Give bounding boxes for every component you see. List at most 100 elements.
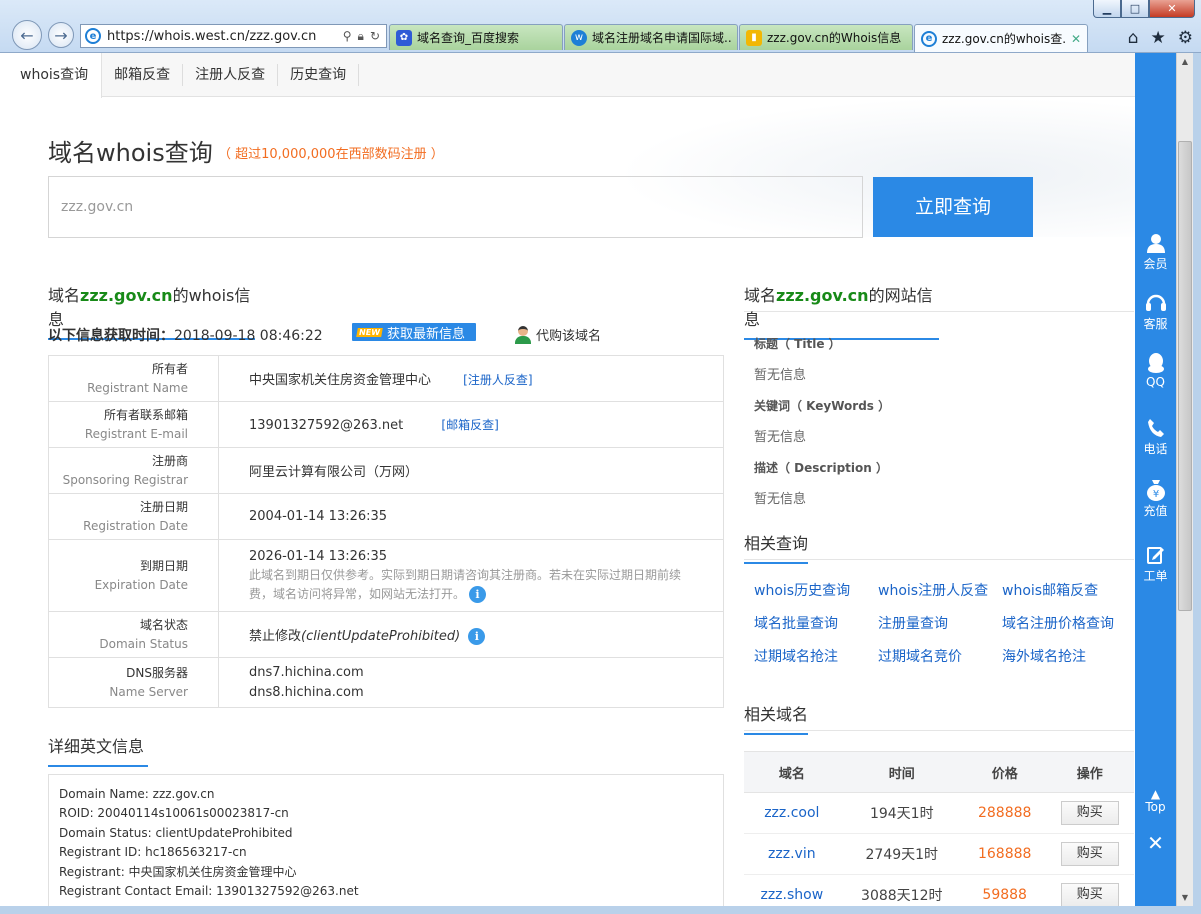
related-domain-link[interactable]: zzz.cool [744, 792, 840, 834]
tab-whois-query-active[interactable]: e zzz.gov.cn的whois查... ✕ [914, 24, 1088, 52]
buy-button[interactable]: 购买 [1060, 842, 1119, 866]
domain-status: 禁止修改 [249, 628, 302, 644]
page-title-note: （ 超过10,000,000在西部数码注册 ） [218, 147, 444, 162]
site-title-label: 标题（ Title ） [754, 337, 841, 351]
expiration-note: 费，域名访问将异常，如网站无法打开。 [249, 587, 466, 601]
tab-west-domain[interactable]: w 域名注册域名申请国际域... [564, 24, 738, 50]
field-label-en: Domain Status [99, 636, 188, 651]
site-keywords-label: 关键词（ KeyWords ） [754, 399, 891, 413]
info-icon[interactable]: i [468, 627, 486, 645]
settings-gear-icon[interactable]: ⚙ [1178, 28, 1193, 48]
toolbar-qq[interactable]: QQ [1135, 351, 1176, 389]
link-expired-snapback[interactable]: 过期域名抢注 [754, 646, 878, 668]
toolbar-label: QQ [1146, 375, 1165, 389]
related-domain-link[interactable]: zzz.show [744, 874, 840, 906]
refresh-info-label: 获取最新信息 [386, 326, 465, 342]
link-overseas-snapback[interactable]: 海外域名抢注 [1002, 646, 1134, 668]
title-domain: zzz.gov.cn [776, 286, 869, 305]
tab-close-icon[interactable]: ✕ [1071, 32, 1081, 46]
link-batch-query[interactable]: 域名批量查询 [754, 613, 878, 635]
scroll-down-icon[interactable]: ▼ [1177, 889, 1193, 906]
ie-logo-icon: e [85, 28, 101, 44]
link-registration-count[interactable]: 注册量查询 [878, 613, 1002, 635]
maximize-button[interactable]: □ [1121, 0, 1149, 18]
toolbar-member[interactable]: 会员 [1135, 231, 1176, 272]
address-url[interactable]: https://whois.west.cn/zzz.gov.cn [107, 29, 343, 44]
qq-penguin-icon [1135, 351, 1176, 375]
web-page: whois查询 邮箱反查 注册人反查 历史查询 域名whois查询 （ 超过10… [0, 53, 1176, 906]
tab-label: zzz.gov.cn的Whois信息 ... [767, 31, 906, 45]
refresh-info-button[interactable]: NEW 获取最新信息 [352, 323, 476, 342]
related-domain-time: 2749天1时 [839, 833, 964, 875]
link-whois-registrant-reverse[interactable]: whois注册人反查 [878, 580, 1002, 602]
field-label: 域名状态 Domain Status [48, 611, 219, 658]
table-row: 所有者联系邮箱 Registrant E-mail 13901327592@26… [48, 401, 724, 448]
home-icon[interactable]: ⌂ [1128, 28, 1139, 48]
email-reverse-link[interactable]: [邮箱反查] [441, 418, 498, 432]
table-row: zzz.cool 194天1时 288888 购买 [744, 792, 1134, 834]
address-bar[interactable]: e https://whois.west.cn/zzz.gov.cn ⚲ 🔒︎ … [80, 24, 387, 48]
proxy-buy-link[interactable]: 代购该域名 [515, 325, 601, 344]
subnav-history[interactable]: 历史查询 [278, 53, 358, 96]
window-close-button[interactable]: ✕ [1149, 0, 1195, 18]
site-description-value: 暂无信息 [754, 492, 807, 507]
related-queries-links: whois历史查询 whois注册人反查 whois邮箱反查 域名批量查询 注册… [754, 580, 1134, 668]
toolbar-recharge[interactable]: ¥ 充值 [1135, 478, 1176, 519]
proxy-buy-label: 代购该域名 [536, 329, 602, 344]
registrant-reverse-link[interactable]: [注册人反查] [463, 373, 532, 387]
link-whois-history[interactable]: whois历史查询 [754, 580, 878, 602]
money-bag-icon: ¥ [1135, 478, 1176, 502]
detail-line: ROID: 20040114s10061s00023817-cn [59, 806, 289, 821]
minimize-button[interactable]: ▁ [1093, 0, 1121, 18]
search-icon[interactable]: ⚲ [343, 29, 352, 44]
field-label-en: Registration Date [83, 518, 188, 533]
column-header: 价格 [963, 751, 1046, 793]
sub-navigation: whois查询 邮箱反查 注册人反查 历史查询 [0, 53, 1135, 98]
detail-line: Registrant Contact Email: 13901327592@26… [59, 884, 359, 899]
site-description-label: 描述（ Description ） [754, 461, 888, 475]
buy-button[interactable]: 购买 [1060, 883, 1119, 906]
related-domain-link[interactable]: zzz.vin [744, 833, 840, 875]
person-icon [515, 325, 531, 344]
toolbar-ticket[interactable]: 工单 [1135, 543, 1176, 584]
domain-search-input[interactable]: zzz.gov.cn [48, 176, 863, 238]
related-domain-time: 194天1时 [839, 792, 964, 834]
column-header: 域名 [744, 751, 840, 793]
vertical-scrollbar[interactable]: ▲ ▼ [1176, 53, 1193, 906]
field-value: 2026-01-14 13:26:35 此域名到期日仅供参考。实际到期日期请咨询… [218, 539, 724, 612]
table-row: DNS服务器 Name Server dns7.hichina.com dns8… [48, 657, 724, 708]
page-title: 域名whois查询 [48, 139, 213, 167]
refresh-icon[interactable]: ↻ [370, 29, 380, 44]
toolbar-close-icon[interactable]: ✕ [1135, 831, 1176, 855]
toolbar-phone[interactable]: 电话 [1135, 416, 1176, 457]
forward-button[interactable]: → [48, 22, 74, 48]
toolbar-service[interactable]: 客服 [1135, 291, 1176, 332]
subnav-registrant-reverse[interactable]: 注册人反查 [183, 53, 277, 96]
expiration-date: 2026-01-14 13:26:35 [249, 549, 388, 564]
link-expired-auction[interactable]: 过期域名竞价 [878, 646, 1002, 668]
link-price-query[interactable]: 域名注册价格查询 [1002, 613, 1134, 635]
subnav-whois-query[interactable]: whois查询 [0, 53, 103, 98]
title-prefix: 域名 [48, 286, 81, 305]
name-server: dns7.hichina.com [249, 664, 364, 680]
link-whois-email-reverse[interactable]: whois邮箱反查 [1002, 580, 1134, 602]
lock-icon[interactable]: 🔒︎ [358, 29, 364, 44]
scroll-up-icon[interactable]: ▲ [1177, 53, 1193, 70]
query-button[interactable]: 立即查询 [873, 177, 1033, 237]
buy-button[interactable]: 购买 [1060, 801, 1119, 825]
subnav-email-reverse[interactable]: 邮箱反查 [102, 53, 182, 96]
favorites-star-icon[interactable]: ★ [1151, 28, 1166, 48]
related-domain-price: 168888 [963, 833, 1046, 875]
tab-baidu[interactable]: ✿ 域名查询_百度搜索 [389, 24, 563, 50]
back-button[interactable]: ← [12, 20, 42, 50]
detail-line: Registrant: 中央国家机关住房资金管理中心 [59, 864, 297, 879]
window-controls: ▁ □ ✕ [1093, 0, 1195, 18]
tab-strip: ✿ 域名查询_百度搜索 w 域名注册域名申请国际域... ▮ zzz.gov.c… [389, 24, 1089, 52]
back-to-top-button[interactable]: ▲ Top [1135, 788, 1176, 814]
whois-table: 所有者 Registrant Name 中央国家机关住房资金管理中心 [注册人反… [48, 355, 724, 708]
tab-whois-info[interactable]: ▮ zzz.gov.cn的Whois信息 ... [739, 24, 913, 50]
scrollbar-thumb[interactable] [1178, 141, 1192, 611]
toolbar-label: 会员 [1143, 257, 1168, 271]
field-label-cn: 所有者 [151, 361, 188, 376]
info-icon[interactable]: i [469, 586, 487, 603]
